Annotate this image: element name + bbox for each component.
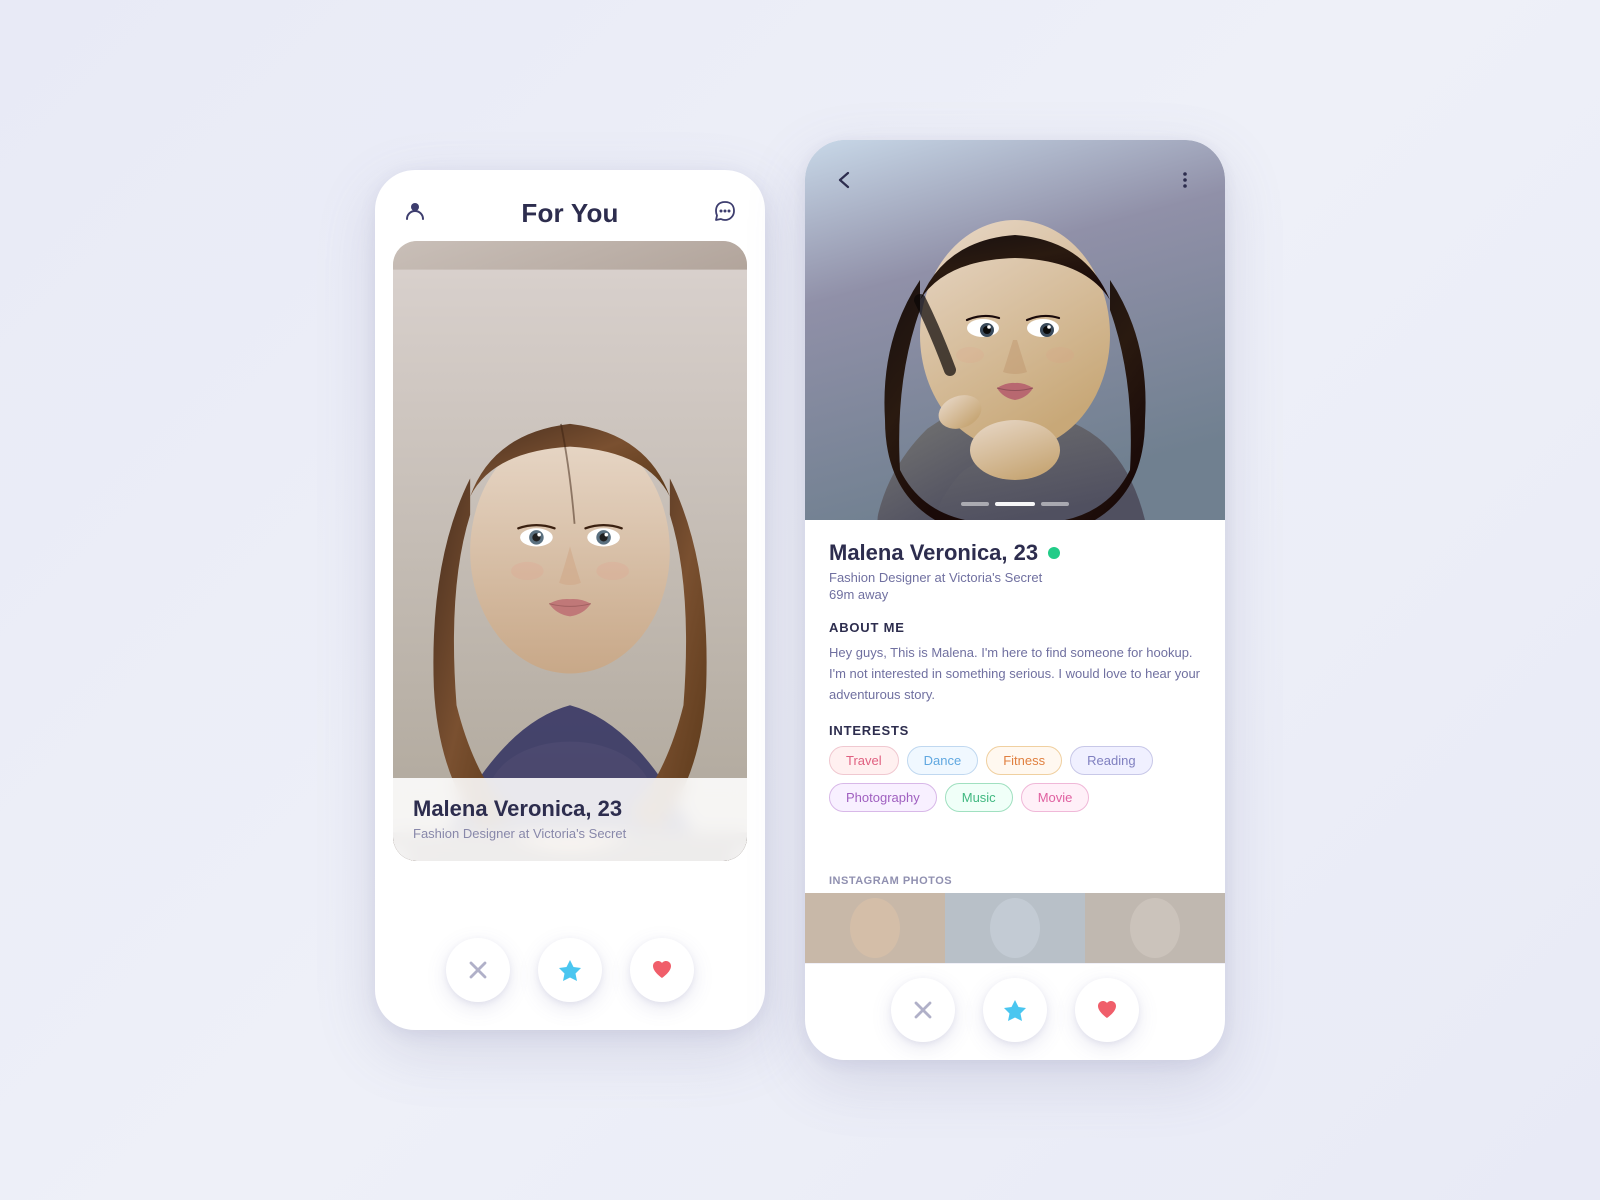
bottom-section: INSTAGRAM PHOTOS xyxy=(805,871,1225,1060)
photo-indicator xyxy=(961,502,1069,506)
interest-dance[interactable]: Dance xyxy=(907,746,979,775)
card-info-overlay: Malena Veronica, 23 Fashion Designer at … xyxy=(393,778,747,861)
dislike-button[interactable] xyxy=(446,938,510,1002)
boost-button-2[interactable] xyxy=(983,978,1047,1042)
instagram-thumb-3[interactable] xyxy=(1085,893,1225,963)
instagram-thumb-1[interactable] xyxy=(805,893,945,963)
photo-dot-2 xyxy=(995,502,1035,506)
card-name: Malena Veronica, 23 xyxy=(413,796,727,822)
about-me-text: Hey guys, This is Malena. I'm here to fi… xyxy=(829,643,1201,705)
phone2-inner: Malena Veronica, 23 Fashion Designer at … xyxy=(805,140,1225,1060)
interests-wrap: Travel Dance Fitness Reading Photography… xyxy=(829,746,1201,812)
photo-top-bar xyxy=(805,140,1225,198)
instagram-section-header: INSTAGRAM PHOTOS xyxy=(805,871,1225,893)
card-job: Fashion Designer at Victoria's Secret xyxy=(413,826,727,841)
like-button[interactable] xyxy=(630,938,694,1002)
interests-title: INTERESTS xyxy=(829,723,1201,738)
header: For You xyxy=(375,170,765,241)
messages-icon[interactable] xyxy=(713,199,737,229)
profile-distance: 69m away xyxy=(829,587,1201,602)
profile-content: Malena Veronica, 23 Fashion Designer at … xyxy=(805,520,1225,871)
phone-profile: Malena Veronica, 23 Fashion Designer at … xyxy=(805,140,1225,1060)
phone-for-you: For You xyxy=(375,170,765,1030)
about-me-title: ABOUT ME xyxy=(829,620,1201,635)
profile-action-bar xyxy=(805,963,1225,1060)
interest-travel[interactable]: Travel xyxy=(829,746,899,775)
profile-name: Malena Veronica, 23 xyxy=(829,540,1038,566)
like-button-2[interactable] xyxy=(1075,978,1139,1042)
dislike-button-2[interactable] xyxy=(891,978,955,1042)
interest-movie[interactable]: Movie xyxy=(1021,783,1090,812)
profile-card[interactable]: Malena Veronica, 23 Fashion Designer at … xyxy=(393,241,747,861)
instagram-label: INSTAGRAM PHOTOS xyxy=(829,875,952,887)
profile-job: Fashion Designer at Victoria's Secret xyxy=(829,570,1201,585)
profile-icon[interactable] xyxy=(403,199,427,229)
profile-name-row: Malena Veronica, 23 xyxy=(829,540,1201,566)
profile-photo-area xyxy=(805,140,1225,520)
interest-fitness[interactable]: Fitness xyxy=(986,746,1062,775)
more-options-button[interactable] xyxy=(1167,162,1203,198)
photo-dot-3 xyxy=(1041,502,1069,506)
online-status-dot xyxy=(1048,547,1060,559)
instagram-thumb-2[interactable] xyxy=(945,893,1085,963)
action-bar xyxy=(375,918,765,1030)
interest-reading[interactable]: Reading xyxy=(1070,746,1152,775)
boost-button[interactable] xyxy=(538,938,602,1002)
swipe-card-area[interactable]: Malena Veronica, 23 Fashion Designer at … xyxy=(375,241,765,918)
interest-photography[interactable]: Photography xyxy=(829,783,937,812)
instagram-thumbs xyxy=(805,893,1225,963)
back-button[interactable] xyxy=(827,162,863,198)
card-photo xyxy=(393,241,747,861)
interest-music[interactable]: Music xyxy=(945,783,1013,812)
photo-dot-1 xyxy=(961,502,989,506)
page-title: For You xyxy=(521,198,618,229)
